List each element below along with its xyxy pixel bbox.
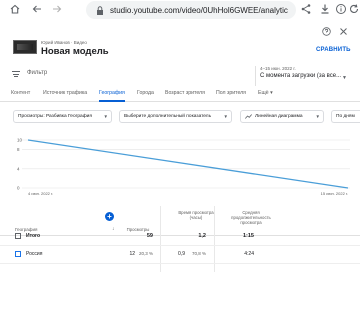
views-percent: 20,3 % xyxy=(138,251,153,256)
help-icon[interactable] xyxy=(322,27,331,36)
watch-time-percent: 70,8 % xyxy=(191,251,206,256)
watch-time-value: 0,9 xyxy=(178,251,185,257)
y-tick-label: 10 xyxy=(17,138,23,143)
dimension-tabs: Контент Источник трафика География Город… xyxy=(0,88,360,102)
chevron-down-icon: ▼ xyxy=(103,114,108,119)
date-range-dates: 4–15 июн. 2022 г. xyxy=(260,66,296,71)
tab-more[interactable]: Ещё ▾ xyxy=(258,90,273,96)
video-title: Новая модель xyxy=(41,46,109,57)
chart-type-select[interactable]: Линейная диаграмма ▼ xyxy=(240,110,324,123)
tab-cities[interactable]: Города xyxy=(137,90,154,96)
channel-name: Юрий Иванов · Видео xyxy=(41,40,87,45)
y-tick-label: 4 xyxy=(17,166,20,171)
url-text: studio.youtube.com/video/0UhHol6GWEE/ana… xyxy=(110,5,288,15)
period-label: По дням xyxy=(336,114,355,119)
chevron-down-icon: ▼ xyxy=(223,114,228,119)
line-chart-icon xyxy=(245,114,252,119)
close-icon[interactable] xyxy=(339,27,348,36)
column-header-avg-duration[interactable]: Средняя продолжительность просмотра xyxy=(224,210,278,225)
tab-more-label: Ещё xyxy=(258,90,269,96)
total-views: 59 xyxy=(146,233,153,239)
x-tick-label: 15 июн. 2022 г. xyxy=(321,191,348,196)
views-value: 12 xyxy=(129,251,135,257)
secondary-metric-label: Выберите дополнительный показатель xyxy=(124,114,212,119)
row-label: Россия xyxy=(26,251,43,257)
browser-toolbar: studio.youtube.com/video/0UhHol6GWEE/ana… xyxy=(0,0,360,20)
filter-icon[interactable] xyxy=(12,71,20,77)
address-bar[interactable]: studio.youtube.com/video/0UhHol6GWEE/ana… xyxy=(86,1,296,19)
download-icon[interactable] xyxy=(318,3,332,17)
date-range-picker[interactable]: 4–15 июн. 2022 г. С момента загрузки (за… xyxy=(255,66,350,86)
total-avg-duration: 1:15 xyxy=(242,233,254,239)
forward-icon[interactable] xyxy=(50,3,64,17)
table-row[interactable]: Россия 12 20,3 % 0,9 70,8 % 4:24 xyxy=(0,246,360,264)
y-tick-label: 0 xyxy=(17,186,20,191)
tab-content[interactable]: Контент xyxy=(11,90,30,96)
chart-type-label: Линейная диаграмма xyxy=(255,114,303,119)
x-tick-label: 4 июн. 2022 г. xyxy=(28,191,53,196)
chevron-down-icon: ▼ xyxy=(315,114,320,119)
table-row-total: Итого 59 1,2 1:15 xyxy=(0,228,360,246)
tab-viewer-age[interactable]: Возраст зрителя xyxy=(165,90,205,96)
metric-select-label: Просмотры: Разбивка География xyxy=(18,114,92,119)
share-icon[interactable] xyxy=(299,3,313,17)
row-checkbox[interactable] xyxy=(15,233,21,239)
home-icon[interactable] xyxy=(8,3,22,17)
tab-traffic-source[interactable]: Источник трафика xyxy=(43,90,87,96)
info-icon[interactable] xyxy=(334,3,348,17)
views-line-chart: 10 8 4 0 4 июн. 2022 г. 15 июн. 2022 г. xyxy=(17,138,350,196)
refresh-icon[interactable] xyxy=(347,3,360,17)
tab-geography[interactable]: География xyxy=(99,90,125,96)
tab-viewer-gender[interactable]: Пол зрителя xyxy=(216,90,246,96)
y-tick-label: 8 xyxy=(17,147,20,152)
back-icon[interactable] xyxy=(30,3,44,17)
chevron-down-icon: ▼ xyxy=(342,75,347,81)
filter-input[interactable]: Фильтр xyxy=(27,70,47,76)
avg-duration-value: 4:24 xyxy=(244,251,254,257)
row-checkbox[interactable] xyxy=(15,251,21,257)
date-range-label: С момента загрузки (за все... xyxy=(260,73,342,79)
secondary-metric-select[interactable]: Выберите дополнительный показатель ▼ xyxy=(119,110,232,123)
column-header-watch-time[interactable]: Время просмотра (часы) xyxy=(178,210,214,220)
compare-button[interactable]: СРАВНИТЬ xyxy=(316,47,351,53)
series-line xyxy=(27,139,349,189)
lock-icon xyxy=(97,5,103,15)
metric-select[interactable]: Просмотры: Разбивка География ▼ xyxy=(13,110,112,123)
video-thumbnail[interactable] xyxy=(13,40,37,54)
active-tab-indicator xyxy=(99,100,125,102)
total-watch-time: 1,2 xyxy=(198,233,206,239)
period-select[interactable]: По дням xyxy=(331,110,360,123)
row-label: Итого xyxy=(26,233,41,239)
add-comparison-button[interactable]: + xyxy=(105,212,114,221)
